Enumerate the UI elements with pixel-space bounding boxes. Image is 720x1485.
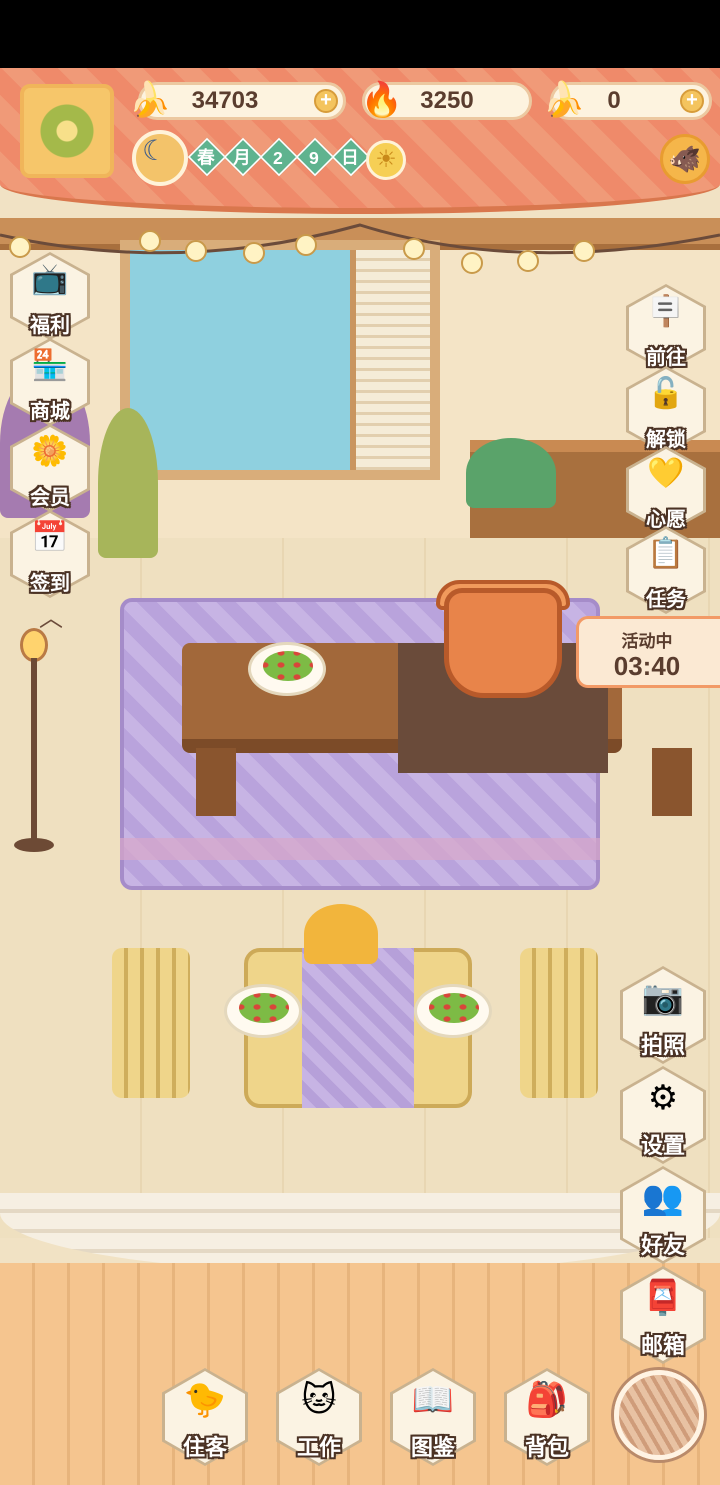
status-bar bbox=[0, 0, 720, 68]
activity-timer[interactable]: 活动中 03:40 bbox=[576, 616, 720, 688]
date-season: 春 bbox=[187, 137, 227, 177]
camera-icon: 📷 bbox=[641, 979, 685, 1017]
flower-icon bbox=[39, 103, 95, 159]
settings-button[interactable]: ⚙ 设置 bbox=[620, 1066, 706, 1164]
goto-button[interactable]: 🪧 前往 bbox=[626, 284, 706, 372]
table-runner bbox=[302, 948, 414, 1108]
cat-work-icon: 🐱 bbox=[301, 1381, 337, 1419]
sun-icon: ☀ bbox=[366, 140, 406, 180]
mailbox-label: 邮箱 bbox=[640, 1333, 685, 1358]
wish-button[interactable]: 💛 心愿 bbox=[626, 446, 706, 534]
work-label: 工作 bbox=[296, 1435, 341, 1460]
unlock-button[interactable]: 🔓 解锁 bbox=[626, 366, 706, 454]
date-digit: 9 bbox=[295, 137, 335, 177]
cooking-pot[interactable] bbox=[444, 588, 562, 698]
friends-icon: 👥 bbox=[641, 1179, 685, 1217]
task-label: 任务 bbox=[646, 589, 686, 611]
lamp-base bbox=[14, 838, 54, 852]
potted-plant bbox=[466, 438, 556, 508]
settings-label: 设置 bbox=[640, 1133, 685, 1158]
guests-label: 住客 bbox=[182, 1435, 227, 1460]
date-month: 月 bbox=[223, 137, 263, 177]
table-leg bbox=[652, 748, 692, 816]
blue-banana-icon: 🍌 bbox=[542, 81, 586, 119]
add-blue-banana-button[interactable]: + bbox=[680, 89, 704, 113]
activity-countdown: 03:40 bbox=[613, 651, 681, 681]
tv-icon: 📺 bbox=[31, 263, 69, 296]
lamp-shade bbox=[20, 628, 48, 662]
potted-plant bbox=[98, 408, 158, 558]
friends-button[interactable]: 👥 好友 bbox=[620, 1166, 706, 1264]
shop-button[interactable]: 🏪 商城 bbox=[10, 338, 90, 426]
calendar-date: 春 月 2 9 日 bbox=[187, 137, 371, 177]
mailbox-icon: 📮 bbox=[641, 1279, 685, 1317]
photo-label: 拍照 bbox=[640, 1033, 685, 1058]
salad-plate bbox=[414, 984, 492, 1038]
salad-plate bbox=[248, 642, 326, 696]
flame-icon: 🔥 bbox=[360, 81, 404, 119]
banana-icon: 🍌 bbox=[128, 81, 172, 119]
member-button[interactable]: 🌼 会员 bbox=[10, 424, 90, 512]
collection-label: 图鉴 bbox=[410, 1435, 455, 1460]
checkin-label: 签到 bbox=[30, 573, 70, 595]
player-avatar[interactable] bbox=[20, 84, 114, 178]
stairs bbox=[0, 1193, 720, 1273]
book-icon: 📖 bbox=[411, 1381, 455, 1419]
boar-icon[interactable]: 🐗 bbox=[660, 134, 710, 184]
lamp-pole bbox=[31, 658, 37, 848]
backpack-icon: 🎒 bbox=[525, 1381, 569, 1419]
backpack-label: 背包 bbox=[524, 1435, 569, 1460]
salad-plate bbox=[224, 984, 302, 1038]
activity-status: 活动中 bbox=[621, 632, 673, 651]
welfare-button[interactable]: 📺 福利 bbox=[10, 252, 90, 340]
guest-icon: 🐤 bbox=[183, 1381, 227, 1419]
date-day: 日 bbox=[331, 137, 371, 177]
string-lights bbox=[0, 223, 720, 274]
backpack-button[interactable]: 🎒 背包 bbox=[504, 1368, 590, 1466]
welfare-label: 福利 bbox=[30, 315, 70, 337]
moon-clock-icon bbox=[132, 130, 188, 186]
friends-label: 好友 bbox=[640, 1233, 685, 1258]
collapse-chevron-icon[interactable]: ︿ bbox=[36, 598, 66, 632]
collection-button[interactable]: 📖 图鉴 bbox=[390, 1368, 476, 1466]
task-board-icon: 📋 bbox=[647, 537, 685, 570]
date-digit: 2 bbox=[259, 137, 299, 177]
member-label: 会员 bbox=[30, 487, 70, 509]
chair-right bbox=[520, 948, 598, 1098]
shop-label: 商城 bbox=[30, 401, 70, 423]
calendar-icon: 📅 bbox=[31, 521, 69, 554]
chair-left bbox=[112, 948, 190, 1098]
rug-fringe bbox=[120, 838, 600, 860]
floor-lamp bbox=[14, 628, 54, 858]
work-button[interactable]: 🐱 工作 bbox=[276, 1368, 362, 1466]
guests-button[interactable]: 🐤 住客 bbox=[162, 1368, 248, 1466]
add-banana-button[interactable]: + bbox=[314, 89, 338, 113]
yarn-ball-button[interactable] bbox=[614, 1370, 704, 1460]
checkin-button[interactable]: 📅 签到 bbox=[10, 510, 90, 598]
heart-book-icon: 💛 bbox=[647, 457, 685, 490]
task-button[interactable]: 📋 任务 bbox=[626, 526, 706, 614]
unlock-icon: 🔓 bbox=[647, 377, 685, 410]
flower-vase bbox=[304, 904, 378, 964]
gear-icon: ⚙ bbox=[647, 1079, 679, 1117]
photo-button[interactable]: 📷 拍照 bbox=[620, 966, 706, 1064]
mailbox-button[interactable]: 📮 邮箱 bbox=[620, 1266, 706, 1364]
shop-icon: 🏪 bbox=[31, 349, 69, 382]
table-leg bbox=[196, 748, 236, 816]
flower-badge-icon: 🌼 bbox=[31, 435, 69, 468]
signboard-icon: 🪧 bbox=[647, 295, 685, 328]
